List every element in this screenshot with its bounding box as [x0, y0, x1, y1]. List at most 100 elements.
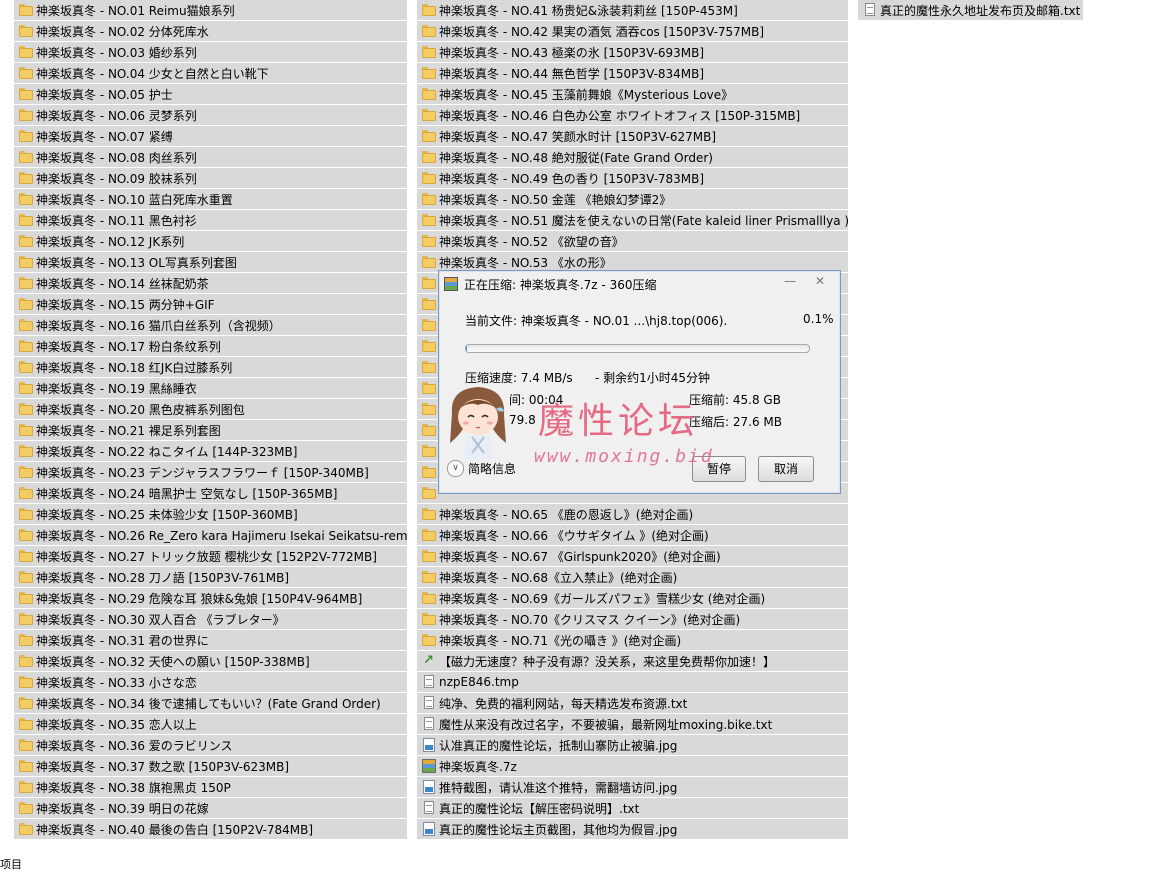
folder-item[interactable]: 神楽坂真冬 - NO.52 《欲望の音》 — [417, 231, 848, 251]
cancel-button[interactable]: 取消 — [758, 456, 814, 482]
dialog-title-bar[interactable]: 正在压缩: 神楽坂真冬.7z - 360压缩 — ✕ — [439, 271, 840, 297]
file-item[interactable]: 【磁力无速度？种子没有源？没关系，来这里免费帮你加速！】 — [417, 651, 848, 671]
folder-icon — [421, 128, 437, 144]
file-item[interactable]: 魔性从来没有改过名字，不要被骗，最新网址moxing.bike.txt — [417, 714, 848, 734]
folder-item[interactable]: 神楽坂真冬 - NO.44 無色哲学 [150P3V-834MB] — [417, 63, 848, 83]
folder-item[interactable]: 神楽坂真冬 - NO.21 裸足系列套图 — [14, 420, 407, 440]
image-file-icon — [421, 737, 437, 753]
file-item[interactable]: 认准真正的魔性论坛，抵制山寨防止被骗.jpg — [417, 735, 848, 755]
file-item[interactable]: 推特截图，请认准这个推特，需翻墙访问.jpg — [417, 777, 848, 797]
folder-item[interactable]: 神楽坂真冬 - NO.31 君の世界に — [14, 630, 407, 650]
item-label: 神楽坂真冬 - NO.11 黑色衬衫 — [36, 213, 197, 228]
folder-item[interactable]: 神楽坂真冬 - NO.17 粉白条纹系列 — [14, 336, 407, 356]
folder-item[interactable]: 神楽坂真冬 - NO.66 《ウサギタイム 》(绝对企画) — [417, 525, 848, 545]
file-item[interactable]: 真正的魔性论坛【解压密码说明】.txt — [417, 798, 848, 818]
folder-item[interactable]: 神楽坂真冬 - NO.11 黑色衬衫 — [14, 210, 407, 230]
folder-item[interactable]: 神楽坂真冬 - NO.02 分体死库水 — [14, 21, 407, 41]
folder-icon — [421, 149, 437, 165]
folder-item[interactable]: 神楽坂真冬 - NO.23 デンジャラスフラワーｆ [150P-340MB] — [14, 462, 407, 482]
folder-item[interactable]: 神楽坂真冬 - NO.12 JK系列 — [14, 231, 407, 251]
folder-item[interactable]: 神楽坂真冬 - NO.33 小さな恋 — [14, 672, 407, 692]
item-label: 神楽坂真冬 - NO.39 明日の花嫁 — [36, 801, 209, 816]
folder-item[interactable]: 神楽坂真冬 - NO.19 黑絲睡衣 — [14, 378, 407, 398]
folder-item[interactable]: 神楽坂真冬 - NO.38 旗袍黑贞 150P — [14, 777, 407, 797]
folder-item[interactable]: 神楽坂真冬 - NO.71《光の囁き 》(绝对企画) — [417, 630, 848, 650]
folder-item[interactable]: 神楽坂真冬 - NO.43 極楽の氷 [150P3V-693MB] — [417, 42, 848, 62]
folder-item[interactable]: 神楽坂真冬 - NO.27 トリック放题 樱桃少女 [152P2V-772MB] — [14, 546, 407, 566]
folder-item[interactable]: 神楽坂真冬 - NO.32 天使への願い [150P-338MB] — [14, 651, 407, 671]
folder-item[interactable]: 神楽坂真冬 - NO.25 未体验少女 [150P-360MB] — [14, 504, 407, 524]
folder-item[interactable]: 神楽坂真冬 - NO.13 OL写真系列套图 — [14, 252, 407, 272]
folder-item[interactable]: 神楽坂真冬 - NO.53 《水の形》 — [417, 252, 848, 272]
folder-item[interactable]: 神楽坂真冬 - NO.69《ガールズパフェ》雪糕少女 (绝对企画) — [417, 588, 848, 608]
folder-icon — [18, 317, 34, 333]
minimize-icon[interactable]: — — [779, 273, 801, 289]
folder-item[interactable]: 神楽坂真冬 - NO.14 丝袜配奶茶 — [14, 273, 407, 293]
folder-item[interactable]: 神楽坂真冬 - NO.24 暗黑护士 空気なし [150P-365MB] — [14, 483, 407, 503]
folder-item[interactable]: 神楽坂真冬 - NO.68《立入禁止》(绝对企画) — [417, 567, 848, 587]
item-label: 神楽坂真冬 - NO.10 蓝白死库水重置 — [36, 192, 233, 207]
folder-item[interactable]: 神楽坂真冬 - NO.07 紧缚 — [14, 126, 407, 146]
item-label: 神楽坂真冬 - NO.48 絶対服従(Fate Grand Order) — [439, 150, 713, 165]
item-label: 神楽坂真冬 - NO.65 《鹿の恩返し》(绝对企画) — [439, 507, 694, 522]
folder-item[interactable]: 神楽坂真冬 - NO.51 魔法を使えないの日常(Fate kaleid lin… — [417, 210, 848, 230]
folder-item[interactable]: 神楽坂真冬 - NO.08 肉丝系列 — [14, 147, 407, 167]
folder-item[interactable]: 神楽坂真冬 - NO.49 色の香り [150P3V-783MB] — [417, 168, 848, 188]
file-item[interactable]: nzpE846.tmp — [417, 672, 848, 692]
folder-item[interactable]: 神楽坂真冬 - NO.22 ねこタイム [144P-323MB] — [14, 441, 407, 461]
archive-app-icon — [444, 277, 458, 291]
folder-item[interactable]: 神楽坂真冬 - NO.15 两分钟+GIF — [14, 294, 407, 314]
folder-item[interactable]: 神楽坂真冬 - NO.34 後で逮捕してもいい？(Fate Grand Orde… — [14, 693, 407, 713]
folder-item[interactable]: 神楽坂真冬 - NO.41 杨贵妃&泳装莉莉丝 [150P-453M] — [417, 0, 848, 20]
folder-item[interactable]: 神楽坂真冬 - NO.67 《Girlspunk2020》(绝对企画) — [417, 546, 848, 566]
file-item[interactable]: 神楽坂真冬.7z — [417, 756, 848, 776]
folder-icon — [18, 170, 34, 186]
folder-item[interactable]: 神楽坂真冬 - NO.06 灵梦系列 — [14, 105, 407, 125]
folder-item[interactable]: 神楽坂真冬 - NO.04 少女と自然と白い靴下 — [14, 63, 407, 83]
file-item[interactable]: 纯净、免费的福利网站，每天精选发布资源.txt — [417, 693, 848, 713]
folder-item[interactable]: 神楽坂真冬 - NO.65 《鹿の恩返し》(绝对企画) — [417, 504, 848, 524]
folder-item[interactable]: 神楽坂真冬 - NO.29 危険な耳 狼妹&兔娘 [150P4V-964MB] — [14, 588, 407, 608]
folder-item[interactable]: 神楽坂真冬 - NO.40 最後の告白 [150P2V-784MB] — [14, 819, 407, 839]
file-item[interactable]: 真正的魔性永久地址发布页及邮箱.txt — [858, 0, 1083, 20]
folder-item[interactable]: 神楽坂真冬 - NO.47 笑颜水时计 [150P3V-627MB] — [417, 126, 848, 146]
file-item[interactable]: 真正的魔性论坛主页截图，其他均为假冒.jpg — [417, 819, 848, 839]
folder-icon — [421, 506, 437, 522]
item-label: 神楽坂真冬.7z — [439, 759, 517, 774]
folder-item[interactable]: 神楽坂真冬 - NO.09 胶袜系列 — [14, 168, 407, 188]
folder-icon — [18, 527, 34, 543]
folder-item[interactable]: 神楽坂真冬 - NO.26 Re_Zero kara Hajimeru Isek… — [14, 525, 407, 545]
folder-item[interactable]: 神楽坂真冬 - NO.16 猫爪白丝系列（含视频） — [14, 315, 407, 335]
image-file-icon — [421, 779, 437, 795]
item-label: 神楽坂真冬 - NO.32 天使への願い [150P-338MB] — [36, 654, 310, 669]
folder-item[interactable]: 神楽坂真冬 - NO.30 双人百合 《ラブレター》 — [14, 609, 407, 629]
chevron-down-icon: ∨ — [447, 460, 464, 477]
elapsed-time-label: 间: 00:04 — [509, 393, 564, 407]
close-icon[interactable]: ✕ — [809, 273, 831, 289]
folder-item[interactable]: 神楽坂真冬 - NO.46 白色办公室 ホワイトオフィス [150P-315MB… — [417, 105, 848, 125]
folder-item[interactable]: 神楽坂真冬 - NO.05 护士 — [14, 84, 407, 104]
folder-item[interactable]: 神楽坂真冬 - NO.70《クリスマス クイーン》(绝对企画) — [417, 609, 848, 629]
folder-item[interactable]: 神楽坂真冬 - NO.50 金莲 《艳娘幻梦谭2》 — [417, 189, 848, 209]
folder-icon — [421, 317, 437, 333]
folder-icon — [18, 191, 34, 207]
folder-icon — [421, 632, 437, 648]
folder-item[interactable]: 神楽坂真冬 - NO.39 明日の花嫁 — [14, 798, 407, 818]
file-column-3: 真正的魔性永久地址发布页及邮箱.txt — [858, 0, 1083, 21]
folder-item[interactable]: 神楽坂真冬 - NO.45 玉藻前舞娘《Mysterious Love》 — [417, 84, 848, 104]
folder-item[interactable]: 神楽坂真冬 - NO.48 絶対服従(Fate Grand Order) — [417, 147, 848, 167]
folder-item[interactable]: 神楽坂真冬 - NO.35 恋人以上 — [14, 714, 407, 734]
folder-item[interactable]: 神楽坂真冬 - NO.10 蓝白死库水重置 — [14, 189, 407, 209]
pause-button[interactable]: 暂停 — [692, 456, 746, 482]
folder-item[interactable]: 神楽坂真冬 - NO.01 Reimu猫娘系列 — [14, 0, 407, 20]
folder-item[interactable]: 神楽坂真冬 - NO.28 刀ノ語 [150P3V-761MB] — [14, 567, 407, 587]
folder-item[interactable]: 神楽坂真冬 - NO.03 婚纱系列 — [14, 42, 407, 62]
folder-icon — [18, 401, 34, 417]
folder-item[interactable]: 神楽坂真冬 - NO.18 红JK白过膝系列 — [14, 357, 407, 377]
folder-item[interactable]: 神楽坂真冬 - NO.37 数之歌 [150P3V-623MB] — [14, 756, 407, 776]
folder-icon — [18, 380, 34, 396]
folder-item[interactable]: 神楽坂真冬 - NO.36 爱のラビリンス — [14, 735, 407, 755]
details-toggle[interactable]: ∨ 简略信息 — [447, 460, 516, 477]
folder-item[interactable]: 神楽坂真冬 - NO.20 黑色皮裤系列图包 — [14, 399, 407, 419]
folder-item[interactable]: 神楽坂真冬 - NO.42 果実の酒気 酒吞cos [150P3V-757MB] — [417, 21, 848, 41]
